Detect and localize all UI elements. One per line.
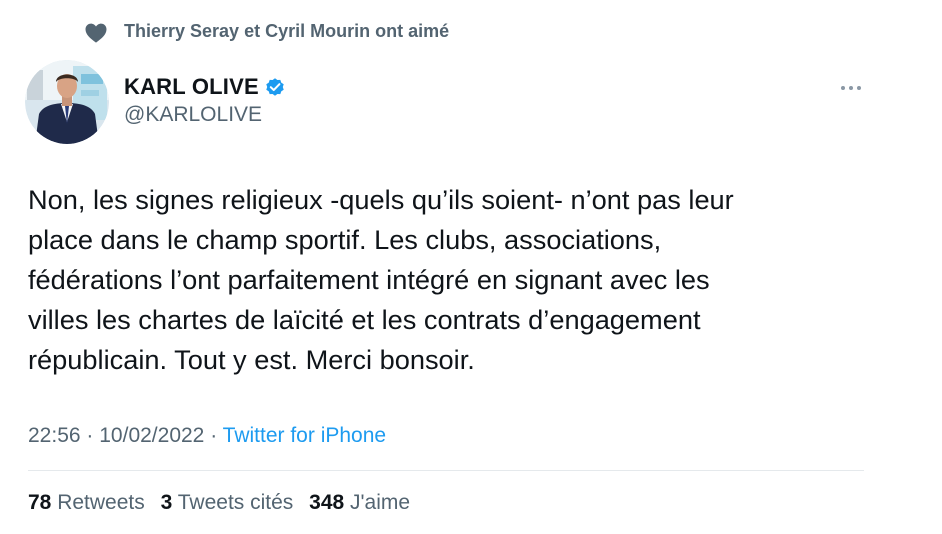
avatar[interactable] xyxy=(25,60,109,144)
divider xyxy=(28,470,864,471)
likes-count: 348 xyxy=(309,491,345,514)
likes-stat[interactable]: 348 J'aime xyxy=(309,491,410,514)
meta-separator: · xyxy=(86,424,94,447)
author-display-name[interactable]: KARL OLIVE xyxy=(124,74,259,100)
likes-label: J'aime xyxy=(350,491,411,514)
retweets-count: 78 xyxy=(28,491,52,514)
retweets-stat[interactable]: 78 Retweets xyxy=(28,491,151,514)
quotes-stat[interactable]: 3 Tweets cités xyxy=(161,491,300,514)
social-context-text[interactable]: Thierry Seray et Cyril Mourin ont aimé xyxy=(124,21,449,42)
meta-separator: · xyxy=(210,424,218,447)
engagement-stats: 78 Retweets 3 Tweets cités 348 J'aime xyxy=(28,491,420,515)
author-name-row[interactable]: KARL OLIVE xyxy=(124,74,286,100)
tweet-source-link[interactable]: Twitter for iPhone xyxy=(223,424,386,447)
tweet-time[interactable]: 22:56 xyxy=(28,424,81,447)
heart-icon xyxy=(85,23,107,43)
tweet-card: Thierry Seray et Cyril Mourin ont aimé K… xyxy=(0,0,942,534)
verified-badge-icon xyxy=(266,78,284,96)
retweets-label: Retweets xyxy=(57,491,145,514)
quotes-label: Tweets cités xyxy=(177,491,294,514)
author-handle[interactable]: @KARLOLIVE xyxy=(124,103,262,127)
tweet-metadata: 22:56 · 10/02/2022 · Twitter for iPhone xyxy=(28,424,386,448)
more-options-icon[interactable] xyxy=(838,78,864,98)
quotes-count: 3 xyxy=(160,491,173,514)
tweet-text: Non, les signes religieux -quels qu’ils … xyxy=(28,184,734,375)
tweet-date[interactable]: 10/02/2022 xyxy=(99,424,204,447)
